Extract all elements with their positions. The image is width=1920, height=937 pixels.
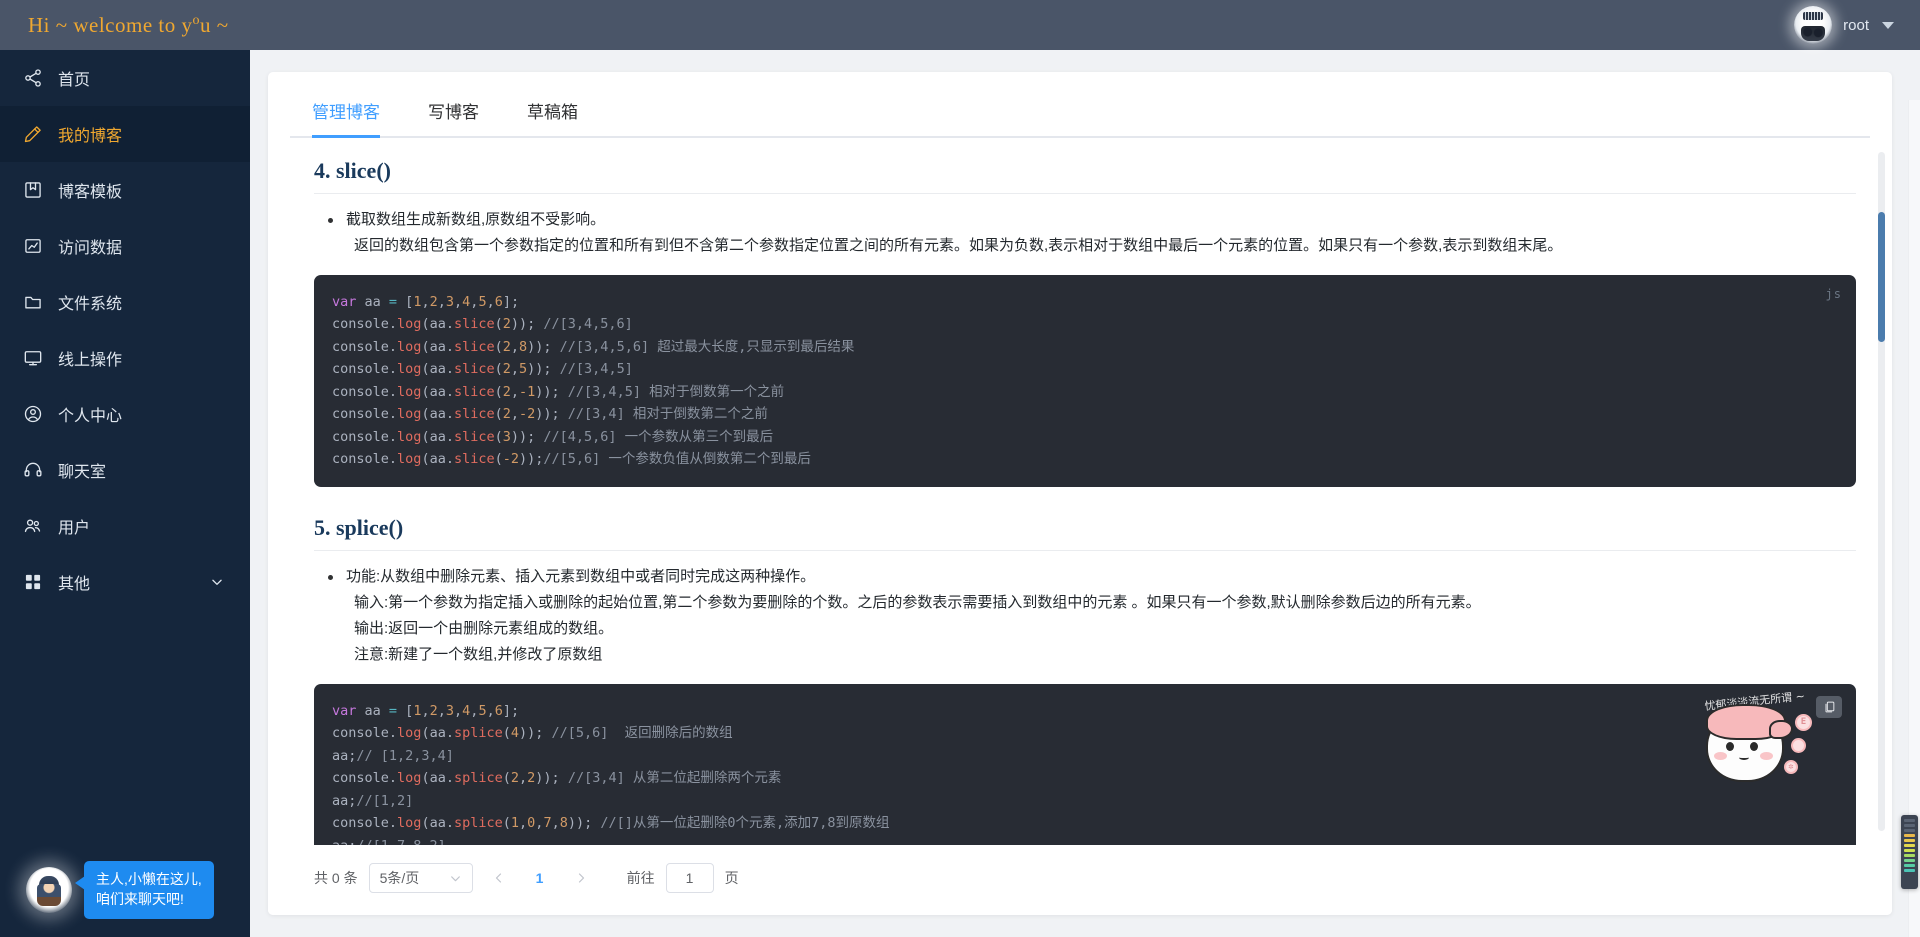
heading-splice: 5. splice() [314,515,1856,551]
floating-mini-widget[interactable] [1901,815,1918,889]
splice-input-text: 输入:第一个参数为指定插入或删除的起始位置,第二个参数为要删除的个数。之后的参数… [354,593,1481,611]
users-icon [22,515,44,537]
tab-bar: 管理博客 写博客 草稿箱 [290,72,1870,138]
folder-icon [22,291,44,313]
page-size-value: 5条/页 [379,870,420,886]
welcome-text-sup: o [192,12,200,28]
slice-detail-text: 返回的数组包含第一个参数指定的位置和所有到但不含第二个参数指定位置之间的所有元素… [354,237,1563,255]
list-item: 功能:从数组中删除元素、插入元素到数组中或者同时完成这两种操作。 输入:第一个参… [324,565,1856,668]
list-item: 截取数组生成新数组,原数组不受影响。 返回的数组包含第一个参数指定的位置和所有到… [324,208,1856,259]
article-scrollbar-thumb[interactable] [1878,212,1885,342]
sidebar-item-other[interactable]: 其他 [0,554,250,610]
sidebar-item-online-ops[interactable]: 线上操作 [0,330,250,386]
sidebar-item-blog-template[interactable]: 博客模板 [0,162,250,218]
sidebar-item-label: 访问数据 [58,240,123,257]
tab-manage-blog[interactable]: 管理博客 [312,98,380,138]
chart-icon [22,235,44,257]
sidebar-item-label: 线上操作 [58,352,123,369]
chevron-down-icon[interactable] [1882,21,1894,29]
copy-code-button[interactable] [1816,695,1842,718]
page-size-select[interactable]: 5条/页 [368,863,473,893]
grid-icon [22,571,44,593]
book-icon [22,179,44,201]
sidebar-item-chat-room[interactable]: 聊天室 [0,442,250,498]
pagination-total: 共 0 条 [314,870,358,886]
avatar[interactable] [1794,6,1833,44]
chat-assistant-bubble[interactable]: 主人,小懒在这儿, 咱们来聊天吧! [75,861,214,919]
tab-write-blog[interactable]: 写博客 [428,98,479,136]
article-body: 4. slice() 截取数组生成新数组,原数组不受影响。 返回的数组包含第一个… [314,158,1856,845]
pagination-bar: 共 0 条 5条/页 1 前往 1 页 [268,845,1892,915]
sidebar-item-users[interactable]: 用户 [0,498,250,554]
sidebar-item-personal-center[interactable]: 个人中心 [0,386,250,442]
prev-page-button[interactable] [484,863,514,893]
sidebar-item-label: 博客模板 [58,184,123,201]
welcome-text-post: u ~ [200,12,229,37]
jump-to-input[interactable] [665,863,714,893]
page-scrollbar[interactable] [1908,100,1920,937]
pencil-icon [22,123,44,145]
chat-assistant-widget[interactable]: 主人,小懒在这儿, 咱们来聊天吧! [26,861,214,919]
code-block-slice: js var aa = [1,2,3,4,5,6]; console.log(a… [314,274,1856,487]
monitor-icon [22,347,44,369]
sidebar-item-label: 聊天室 [58,464,107,481]
jump-to-label: 前往 [626,870,655,886]
sidebar-item-label: 首页 [58,72,91,89]
slice-bullet-text: 截取数组生成新数组,原数组不受影响。 [346,211,606,228]
splice-bullet-list: 功能:从数组中删除元素、插入元素到数组中或者同时完成这两种操作。 输入:第一个参… [324,565,1856,668]
sidebar-item-my-blog[interactable]: 我的博客 [0,106,250,162]
sidebar-item-label: 个人中心 [58,408,123,425]
article-scroll-area[interactable]: 4. slice() 截取数组生成新数组,原数组不受影响。 返回的数组包含第一个… [268,138,1892,845]
page-number-1[interactable]: 1 [525,863,555,893]
sidebar-item-visit-data[interactable]: 访问数据 [0,218,250,274]
code-content-slice: var aa = [1,2,3,4,5,6]; console.log(aa.s… [332,293,855,468]
code-language-label: js [1825,286,1842,301]
jump-unit-label: 页 [724,870,739,886]
welcome-banner: Hi ~ welcome to you ~ [0,13,229,38]
sidebar-item-home[interactable]: 首页 [0,50,250,106]
chat-assistant-avatar[interactable] [26,867,72,914]
user-menu[interactable]: root [1794,6,1894,44]
splice-note-text: 注意:新建了一个数组,并修改了原数组 [354,646,603,664]
chat-message-line-1: 主人,小懒在这儿, [96,871,202,888]
welcome-text-pre: Hi ~ welcome to y [28,12,193,37]
headset-icon [22,459,44,481]
user-circle-icon [22,403,44,425]
content-card: 管理博客 写博客 草稿箱 4. slice() 截取数组生成新数组,原数组不受影… [268,72,1892,915]
code-content-splice: var aa = [1,2,3,4,5,6]; console.log(aa.s… [332,702,890,845]
app-root: Hi ~ welcome to you ~ root 首页 我的博客 博客模板 … [0,0,1920,937]
share-icon [22,67,44,89]
username-label: root [1843,16,1869,34]
tab-draft-box[interactable]: 草稿箱 [527,98,578,136]
sidebar-item-file-system[interactable]: 文件系统 [0,274,250,330]
chevron-down-icon [449,872,462,885]
sidebar-item-label: 我的博客 [58,128,123,145]
sidebar-item-label: 文件系统 [58,296,123,313]
heading-slice: 4. slice() [314,158,1856,194]
sidebar: 首页 我的博客 博客模板 访问数据 文件系统 线上操作 个人中心 聊天室 用户 … [0,50,250,937]
splice-bullet-text: 功能:从数组中删除元素、插入元素到数组中或者同时完成这两种操作。 [346,567,816,585]
body-wrapper: 首页 我的博客 博客模板 访问数据 文件系统 线上操作 个人中心 聊天室 用户 … [0,50,1920,937]
top-header: Hi ~ welcome to you ~ root [0,0,1920,50]
chevron-down-icon [210,575,224,589]
chat-message-line-2: 咱们来聊天吧! [96,891,184,908]
code-block-splice: 忧郁淡淡流无所谓 ~ E ✲ var aa = [1,2,3,4,5,6]; c… [314,683,1856,845]
splice-output-text: 输出:返回一个由删除元素组成的数组。 [354,620,614,638]
sidebar-item-label: 其他 [58,576,91,593]
next-page-button[interactable] [566,863,596,893]
main-content: 管理博客 写博客 草稿箱 4. slice() 截取数组生成新数组,原数组不受影… [250,50,1920,937]
slice-bullet-list: 截取数组生成新数组,原数组不受影响。 返回的数组包含第一个参数指定的位置和所有到… [324,208,1856,259]
article-scrollbar-track[interactable] [1878,152,1885,831]
sidebar-item-label: 用户 [58,520,91,537]
